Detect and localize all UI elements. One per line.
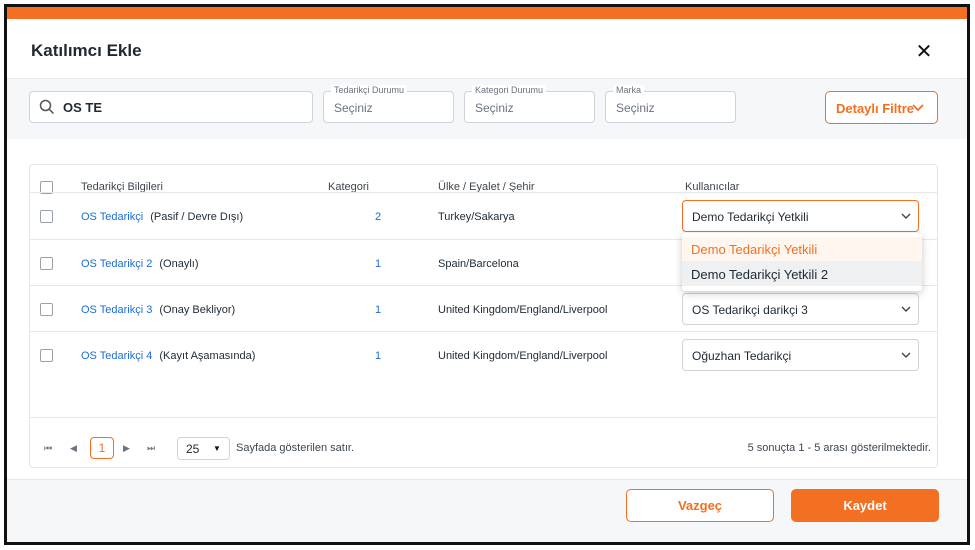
user-select[interactable]: Oğuzhan Tedarikçi [682, 339, 919, 371]
supplier-status-placeholder: Seçiniz [334, 101, 373, 115]
user-dropdown-menu: Demo Tedarikçi Yetkili Demo Tedarikçi Ye… [682, 233, 922, 291]
user-select-value: Demo Tedarikçi Yetkili [692, 210, 809, 224]
supplier-table: Tedarikçi Bilgileri Kategori Ülke / Eyal… [29, 164, 938, 468]
search-input[interactable]: OS TE [29, 91, 313, 123]
supplier-status: (Onay Bekliyor) [159, 304, 236, 316]
divider [30, 331, 937, 332]
caret-down-icon: ▼ [213, 444, 221, 453]
next-page-icon[interactable]: ▶ [123, 443, 130, 454]
supplier-link[interactable]: OS Tedarikçi [81, 211, 143, 223]
category-count[interactable]: 1 [368, 304, 388, 316]
brand-label: Marka [613, 85, 645, 95]
prev-page-icon[interactable]: ◀ [70, 443, 77, 454]
dropdown-option[interactable]: Demo Tedarikçi Yetkili [682, 237, 922, 261]
row-checkbox[interactable] [40, 210, 53, 223]
page-size-value: 25 [186, 442, 200, 456]
supplier-link[interactable]: OS Tedarikçi 3 [81, 304, 152, 316]
dialog-title: Katılımcı Ekle [31, 41, 142, 60]
category-count[interactable]: 2 [368, 211, 388, 223]
supplier-status-label: Tedarikçi Durumu [331, 85, 408, 95]
brand-select[interactable]: Marka Seçiniz [605, 85, 736, 123]
chevron-down-icon [901, 306, 911, 312]
results-summary: 5 sonuçta 1 - 5 arası gösterilmektedir. [747, 442, 931, 454]
category-count[interactable]: 1 [368, 350, 388, 362]
search-icon [39, 99, 55, 115]
last-page-icon[interactable]: ⏭ [147, 443, 155, 454]
divider [30, 417, 937, 418]
location: United Kingdom/England/Liverpool [438, 304, 608, 316]
first-page-icon[interactable]: ⏮ [44, 443, 52, 454]
page-number[interactable]: 1 [90, 437, 114, 459]
user-select[interactable]: Demo Tedarikçi Yetkili [682, 200, 919, 232]
row-checkbox[interactable] [40, 257, 53, 270]
supplier-status: (Kayıt Aşamasında) [159, 350, 256, 362]
dropdown-option[interactable]: Demo Tedarikçi Yetkili 2 [682, 261, 922, 286]
divider [30, 192, 937, 193]
chevron-down-icon [901, 352, 911, 358]
row-checkbox[interactable] [40, 349, 53, 362]
chevron-down-icon [912, 104, 924, 112]
detail-filter-button[interactable]: Detaylı Filtre [825, 91, 938, 124]
supplier-link[interactable]: OS Tedarikçi 4 [81, 350, 152, 362]
supplier-status-select[interactable]: Tedarikçi Durumu Seçiniz [323, 85, 454, 123]
category-count[interactable]: 1 [368, 258, 388, 270]
row-checkbox[interactable] [40, 303, 53, 316]
page-size-select[interactable]: 25 ▼ [177, 437, 230, 460]
page-size-label: Sayfada gösterilen satır. [236, 442, 355, 454]
close-icon[interactable]: ✕ [913, 41, 935, 63]
location: United Kingdom/England/Liverpool [438, 350, 608, 362]
user-select-value: Oğuzhan Tedarikçi [692, 349, 792, 363]
category-status-select[interactable]: Kategori Durumu Seçiniz [464, 85, 595, 123]
location: Spain/Barcelona [438, 258, 519, 270]
chevron-down-icon [901, 213, 911, 219]
detail-filter-label: Detaylı Filtre [836, 101, 915, 116]
location: Turkey/Sakarya [438, 211, 515, 223]
brand-placeholder: Seçiniz [616, 101, 655, 115]
category-status-label: Kategori Durumu [472, 85, 547, 95]
dialog: Katılımcı Ekle ✕ OS TE Tedarikçi Durumu … [4, 4, 970, 545]
supplier-status: (Pasif / Devre Dışı) [150, 211, 244, 223]
category-status-placeholder: Seçiniz [475, 101, 514, 115]
pagination: ⏮ ◀ 1 ▶ ⏭ 25 ▼ Sayfada gösterilen satır.… [30, 425, 937, 469]
cancel-button[interactable]: Vazgeç [626, 489, 774, 522]
supplier-status: (Onaylı) [159, 258, 199, 270]
accent-bar [7, 7, 967, 19]
user-select[interactable]: OS Tedarikçi darikçi 3 [682, 293, 919, 325]
user-select-value: OS Tedarikçi darikçi 3 [692, 303, 808, 317]
search-value: OS TE [63, 100, 103, 115]
save-button[interactable]: Kaydet [791, 489, 939, 522]
supplier-link[interactable]: OS Tedarikçi 2 [81, 258, 152, 270]
